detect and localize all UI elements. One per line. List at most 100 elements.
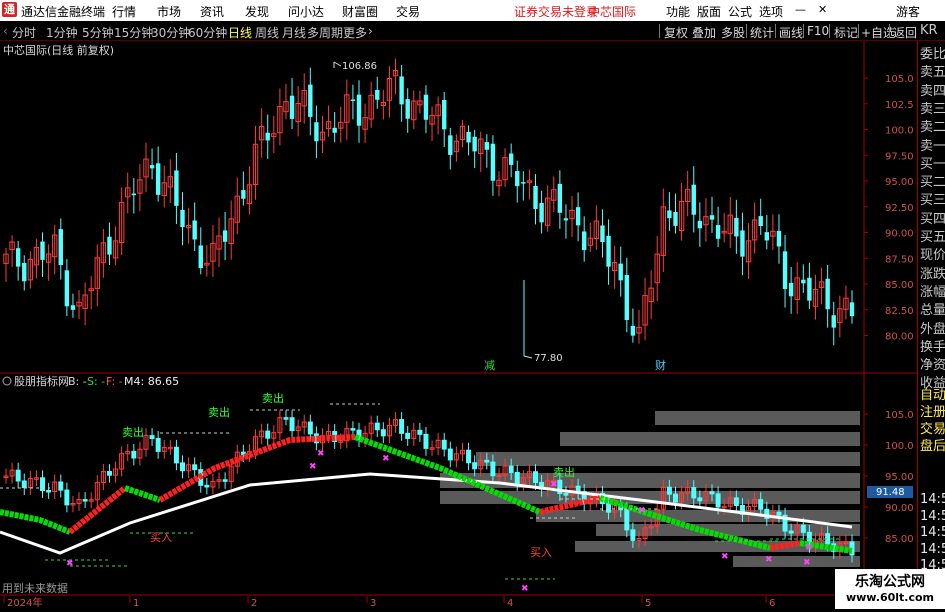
tab-15min[interactable]: 15分钟 bbox=[114, 24, 153, 41]
indicator-candle bbox=[508, 465, 514, 473]
candle-body bbox=[40, 241, 45, 260]
close-icon[interactable]: ✕ bbox=[818, 3, 827, 16]
tab-5min[interactable]: 5分钟 bbox=[82, 24, 114, 41]
indicator-candle bbox=[307, 421, 313, 435]
side-panel-label: 买一 bbox=[920, 156, 945, 172]
tab-timeshare[interactable]: 分时 bbox=[12, 24, 36, 41]
side-panel-label: 换手 bbox=[920, 339, 945, 355]
candle-body bbox=[807, 277, 812, 301]
date-axis-tick: 4 bbox=[507, 598, 513, 609]
back-button[interactable]: 返回 bbox=[893, 24, 917, 41]
adjust-button[interactable]: 复权 bbox=[664, 24, 688, 41]
tab-more[interactable]: 更多 bbox=[343, 24, 367, 41]
candle-body bbox=[630, 325, 636, 336]
chart-area[interactable]: 卖出 卖出 卖出 卖出 买入 买入 ✖ ✖ ✖ ✖ ✖ ✖ ✖ ✖ ✖ ✖ ✖ 中芯国际(日线 前复权) 106… bbox=[0, 41, 945, 609]
guest-button[interactable]: 游客 bbox=[896, 3, 920, 20]
candle-body bbox=[515, 171, 520, 187]
candle-body bbox=[490, 143, 496, 181]
minimize-icon[interactable]: — bbox=[795, 3, 806, 16]
indicator-candle bbox=[82, 499, 88, 502]
overlay-button[interactable]: 叠加 bbox=[692, 24, 716, 41]
price-axis-tick: 82.50 bbox=[885, 306, 914, 317]
candle-body bbox=[472, 136, 477, 152]
toolbar-menu-icon[interactable]: ‹ bbox=[3, 24, 8, 38]
indicator-candle bbox=[289, 417, 295, 432]
side-panel-label: 委比 bbox=[920, 47, 945, 62]
tab-multi-period[interactable]: 多周期 bbox=[307, 24, 343, 41]
indicator-m4: M4: 86.65 bbox=[124, 375, 179, 388]
draw-button[interactable]: 画线 bbox=[779, 24, 803, 41]
menu-item-news[interactable]: 资讯 bbox=[200, 3, 224, 20]
menu-item-quotes[interactable]: 行情 bbox=[112, 3, 136, 20]
stock-short-name: 中芯国际 bbox=[588, 5, 637, 19]
menu-item-function[interactable]: 功能 bbox=[666, 3, 690, 20]
chevron-right-icon[interactable]: › bbox=[368, 24, 373, 38]
candle-body bbox=[399, 76, 404, 105]
marker-x-icon: ✖ bbox=[317, 449, 325, 459]
menu-item-options[interactable]: 选项 bbox=[759, 3, 783, 20]
indicator-candle bbox=[204, 484, 210, 488]
indicator-candle bbox=[788, 530, 794, 534]
indicator-zone bbox=[655, 411, 860, 425]
side-panel-label: 卖三 bbox=[920, 101, 945, 117]
candle-body bbox=[155, 163, 161, 195]
watermark-url: www.60lt.com bbox=[845, 591, 935, 604]
side-panel-label: 总量 bbox=[920, 303, 945, 319]
side-panel-label: 卖四 bbox=[920, 83, 945, 99]
candle-body bbox=[149, 165, 155, 169]
kline-chart[interactable]: 卖出卖出卖出卖出买入买入✖✖✖ ✖✖✖✖ ✖ ✖✖✖ 中芯国际(日线 前复权) 106… bbox=[0, 41, 945, 609]
indicator-zone bbox=[560, 432, 860, 446]
event-marker-reduce[interactable]: 减 bbox=[484, 359, 495, 372]
login-notice[interactable]: 证券交易未登录 bbox=[514, 3, 598, 20]
tab-1min[interactable]: 1分钟 bbox=[46, 24, 78, 41]
stats-button[interactable]: 统计 bbox=[750, 24, 774, 41]
price-axis-tick: 80.00 bbox=[885, 332, 914, 343]
menu-item-discover[interactable]: 发现 bbox=[245, 3, 269, 20]
indicator-candle bbox=[222, 479, 228, 482]
menu-item-formula[interactable]: 公式 bbox=[728, 3, 752, 20]
mark-button[interactable]: 标记 bbox=[834, 24, 858, 41]
candle-body bbox=[618, 263, 623, 281]
candle-body bbox=[667, 210, 672, 219]
tab-daily[interactable]: 日线 bbox=[228, 24, 252, 41]
side-panel-label[interactable]: 注册 bbox=[920, 405, 945, 421]
side-panel-label[interactable]: 盘后 bbox=[920, 439, 945, 455]
price-axis-tick: 92.50 bbox=[885, 203, 914, 214]
side-panel-label: 买三 bbox=[920, 193, 945, 209]
marker-x-icon: ✖ bbox=[638, 506, 646, 516]
buy-signal: 买入 bbox=[150, 531, 172, 544]
tab-weekly[interactable]: 周线 bbox=[255, 24, 279, 41]
candle-body bbox=[22, 263, 27, 282]
indicator-b: B: - bbox=[68, 375, 87, 388]
event-marker-finance[interactable]: 财 bbox=[655, 358, 666, 372]
menu-bar: 通 通达信金融终端 行情 市场 资讯 发现 问小达 财富圈 交易 证券交易未登录… bbox=[0, 0, 945, 21]
candle-body bbox=[180, 209, 185, 228]
candle-body bbox=[484, 142, 490, 150]
indicator-candle bbox=[423, 433, 429, 449]
indicator-f: F: - bbox=[106, 375, 123, 388]
tab-monthly[interactable]: 月线 bbox=[282, 24, 306, 41]
menu-item-xiaoda[interactable]: 问小达 bbox=[288, 3, 324, 20]
menu-item-wealth[interactable]: 财富圈 bbox=[342, 3, 378, 20]
side-panel-label: 卖一 bbox=[920, 138, 945, 154]
indicator-candle bbox=[758, 499, 764, 510]
f10-button[interactable]: F10 bbox=[807, 24, 829, 38]
tab-60min[interactable]: 60分钟 bbox=[188, 24, 227, 41]
indicator-candle bbox=[472, 462, 478, 470]
menu-item-market[interactable]: 市场 bbox=[157, 3, 181, 20]
tab-30min[interactable]: 30分钟 bbox=[151, 24, 190, 41]
price-axis-tick: 102.5 bbox=[885, 100, 914, 111]
indicator-candle bbox=[575, 485, 581, 493]
marker-x-icon: ✖ bbox=[550, 480, 558, 490]
side-panel-label[interactable]: 自动 bbox=[920, 388, 945, 404]
low-price-label: 77.80 bbox=[534, 353, 563, 364]
indicator-axis-tick: 90.00 bbox=[885, 503, 914, 514]
menu-item-layout[interactable]: 版面 bbox=[697, 3, 721, 20]
candle-body bbox=[801, 279, 806, 284]
side-panel-label[interactable]: 交易 bbox=[920, 422, 945, 438]
indicator-candle bbox=[149, 435, 155, 439]
candle-body bbox=[606, 235, 611, 267]
menu-item-trade[interactable]: 交易 bbox=[396, 3, 420, 20]
multi-stock-button[interactable]: 多股 bbox=[721, 24, 745, 41]
candle-body bbox=[533, 185, 538, 209]
